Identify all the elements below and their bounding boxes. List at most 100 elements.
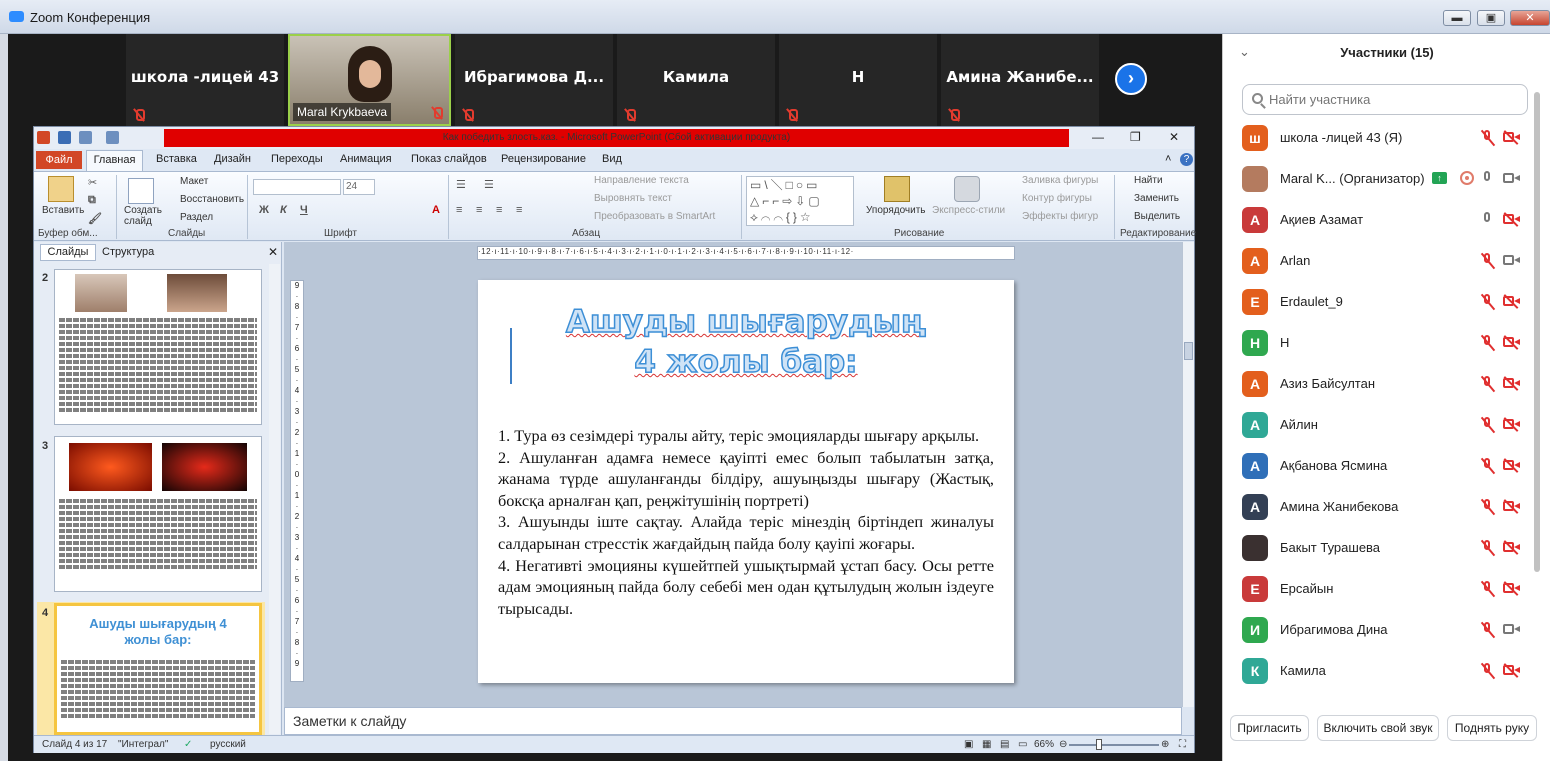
zoom-out-icon[interactable]: ⊖ — [1059, 739, 1067, 750]
zoom-slider-knob[interactable] — [1096, 739, 1102, 750]
camera-off-icon[interactable] — [1503, 417, 1521, 432]
bold-icon[interactable]: Ж — [259, 204, 269, 216]
shape-outline-button[interactable]: Контур фигуры — [1022, 193, 1092, 204]
camera-icon[interactable] — [1503, 254, 1521, 267]
participant-row[interactable]: И Ибрагимова Дина — [1223, 609, 1533, 650]
align-text-button[interactable]: Выровнять текст — [594, 193, 672, 204]
tab-home[interactable]: Главная — [86, 150, 143, 171]
participant-row[interactable]: Бакыт Турашева — [1223, 527, 1533, 568]
font-size-combo[interactable]: 24 — [343, 179, 375, 195]
undo-icon[interactable] — [79, 131, 92, 144]
arrange-button[interactable]: Упорядочить — [866, 205, 926, 216]
microphone-muted-icon[interactable] — [1479, 457, 1497, 475]
camera-off-icon[interactable] — [1503, 540, 1521, 555]
microphone-muted-icon[interactable] — [1479, 539, 1497, 557]
slide-thumbnail[interactable] — [54, 269, 262, 425]
reading-view-icon[interactable]: ▤ — [1000, 739, 1009, 750]
microphone-muted-icon[interactable] — [1479, 334, 1497, 352]
participant-row[interactable]: Е Ерсайын — [1223, 568, 1533, 609]
tab-slides[interactable]: Слайды — [40, 244, 96, 261]
participant-row[interactable]: А Амина Жанибекова — [1223, 486, 1533, 527]
shape-effects-button[interactable]: Эффекты фигур — [1022, 211, 1098, 222]
slide-thumbnail[interactable] — [54, 436, 262, 592]
panel-scrollbar[interactable] — [269, 264, 514, 734]
redo-icon[interactable] — [106, 131, 119, 144]
tab-transitions[interactable]: Переходы — [271, 153, 323, 165]
close-button[interactable]: ✕ — [1510, 10, 1550, 26]
camera-off-icon[interactable] — [1503, 294, 1521, 309]
align-center-icon[interactable]: ≡ — [476, 204, 482, 216]
slideshow-view-icon[interactable]: ▭ — [1018, 739, 1027, 750]
tab-design[interactable]: Дизайн — [214, 153, 251, 165]
select-button[interactable]: Выделить — [1134, 211, 1180, 222]
help-icon[interactable]: ? — [1180, 153, 1193, 166]
font-name-combo[interactable] — [253, 179, 341, 195]
tab-outline[interactable]: Структура — [102, 246, 154, 258]
participant-row[interactable]: ш школа -лицей 43 (Я) — [1223, 117, 1533, 158]
find-button[interactable]: Найти — [1134, 175, 1163, 186]
participant-search-input[interactable] — [1269, 90, 1519, 109]
next-page-arrow-icon[interactable]: › — [1115, 63, 1147, 95]
text-direction-button[interactable]: Направление текста — [594, 175, 689, 186]
camera-off-icon[interactable] — [1503, 130, 1521, 145]
tab-file[interactable]: Файл — [36, 151, 82, 169]
tab-insert[interactable]: Вставка — [156, 153, 197, 165]
shapes-gallery[interactable]: ▭\＼□○▭ △⌐⌐⇨⇩▢ ⟡⌒⌒{}☆ — [746, 176, 854, 226]
participant-row[interactable]: А Ақбанова Ясмина — [1223, 445, 1533, 486]
participant-row[interactable]: E Erdaulet_9 — [1223, 281, 1533, 322]
participant-row[interactable]: А Ақиев Азамат — [1223, 199, 1533, 240]
video-tile[interactable]: Камила — [617, 34, 775, 126]
microphone-muted-icon[interactable] — [1479, 498, 1497, 516]
save-icon[interactable] — [58, 131, 71, 144]
microphone-muted-icon[interactable] — [1479, 375, 1497, 393]
cut-icon[interactable]: ✂ — [88, 176, 97, 189]
camera-off-icon[interactable] — [1503, 376, 1521, 391]
microphone-muted-icon[interactable] — [1479, 580, 1497, 598]
microphone-muted-icon[interactable] — [1479, 662, 1497, 680]
microphone-muted-icon[interactable] — [1479, 129, 1497, 147]
video-tile-active-speaker[interactable]: Maral Krykbaeva — [288, 34, 451, 126]
camera-off-icon[interactable] — [1503, 335, 1521, 350]
participant-row[interactable]: К Камила — [1223, 650, 1533, 691]
camera-off-icon[interactable] — [1503, 499, 1521, 514]
new-slide-button[interactable]: Создать слайд — [124, 205, 162, 227]
notes-pane[interactable]: Заметки к слайду — [284, 707, 1182, 735]
microphone-muted-icon[interactable] — [1479, 416, 1497, 434]
ppt-close-button[interactable]: ✕ — [1169, 130, 1179, 144]
video-tile[interactable]: Н — [779, 34, 937, 126]
editor-scroll-thumb[interactable] — [1184, 342, 1193, 360]
minimize-button[interactable]: ▬ — [1443, 10, 1471, 26]
camera-off-icon[interactable] — [1503, 581, 1521, 596]
zoom-in-icon[interactable]: ⊕ — [1161, 739, 1169, 750]
paste-button[interactable]: Вставить — [42, 205, 84, 216]
fit-to-window-icon[interactable]: ⛶ — [1179, 739, 1186, 750]
smartart-button[interactable]: Преобразовать в SmartArt — [594, 211, 715, 222]
section-button[interactable]: Раздел — [180, 212, 213, 223]
microphone-muted-icon[interactable] — [1479, 621, 1497, 639]
zoom-slider[interactable] — [1069, 744, 1159, 746]
tab-animations[interactable]: Анимация — [340, 153, 392, 165]
slide-body[interactable]: 1. Тура өз сезімдері туралы айту, теріс … — [498, 425, 994, 619]
quick-styles-button[interactable]: Экспресс-стили — [932, 205, 1005, 216]
video-tile[interactable]: школа -лицей 43 — [126, 34, 284, 126]
editor-scrollbar[interactable] — [1182, 242, 1194, 707]
ppt-restore-button[interactable]: ❐ — [1130, 130, 1141, 144]
font-color-icon[interactable]: A — [432, 204, 440, 216]
copy-icon[interactable]: ⧉ — [88, 194, 96, 207]
participants-scroll-thumb[interactable] — [1534, 92, 1540, 572]
normal-view-icon[interactable]: ▣ — [964, 739, 973, 750]
underline-icon[interactable]: Ч — [300, 204, 308, 216]
participant-row[interactable]: А Айлин — [1223, 404, 1533, 445]
microphone-muted-icon[interactable] — [1479, 252, 1497, 270]
maximize-button[interactable]: ▣ — [1477, 10, 1505, 26]
reset-button[interactable]: Восстановить — [180, 194, 244, 205]
align-right-icon[interactable]: ≡ — [496, 204, 502, 216]
participant-row[interactable]: Maral K... (Организатор) ↑ — [1223, 158, 1533, 199]
camera-off-icon[interactable] — [1503, 663, 1521, 678]
participant-row[interactable]: A Arlan — [1223, 240, 1533, 281]
italic-icon[interactable]: К — [280, 204, 287, 216]
bullets-icon[interactable]: ☰ — [456, 178, 466, 191]
microphone-muted-icon[interactable] — [1479, 293, 1497, 311]
spellcheck-icon[interactable]: ✓ — [184, 739, 192, 750]
slide-canvas[interactable]: Ашуды шығарудың 4 жолы бар: 1. Тура өз с… — [478, 280, 1014, 683]
